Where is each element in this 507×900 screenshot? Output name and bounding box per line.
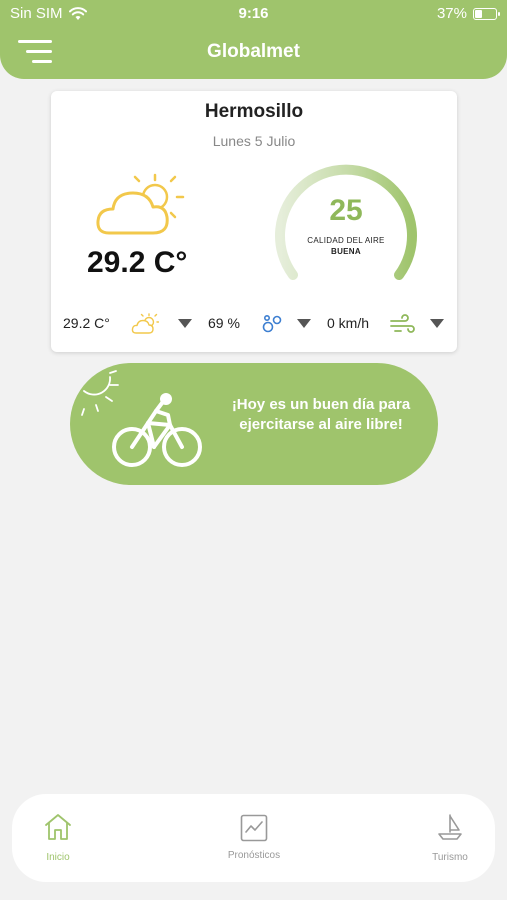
nav-item-pronosticos[interactable]: Pronósticos [216,794,292,882]
status-right: 37% [436,5,500,22]
metric-temperature: 29.2 C° [63,315,110,331]
wind-icon [390,314,415,333]
air-quality-value: 25 [329,194,363,227]
air-quality-status: BUENA [331,247,361,256]
battery-icon [473,7,500,20]
banner-message: ¡Hoy es un buen día para ejercitarse al … [231,396,411,433]
air-quality-label: CALIDAD DEL AIRE [307,236,385,245]
status-bar: Sin SIM 9:16 37% [0,0,507,28]
humidity-dropdown-caret[interactable] [297,319,311,328]
exercise-banner[interactable]: ¡Hoy es un buen día para ejercitarse al … [70,363,438,485]
current-temperature: 29.2 C° [87,246,188,279]
cyclist-icon [81,370,202,467]
temperature-dropdown-caret[interactable] [178,319,192,328]
battery-percent: 37% [436,5,467,22]
metric-wind: 0 km/h [327,315,370,331]
weather-card[interactable]: Hermosillo Lunes 5 Julio 29.2 C° 25 CALI… [51,91,457,352]
screen: Sin SIM 9:16 37% Globalmet Hermosillo Lu… [0,0,507,900]
nav-item-turismo[interactable]: Turismo [422,794,478,882]
app-title: Globalmet [207,41,300,62]
status-time: 9:16 [238,5,269,22]
humidity-drops-icon [262,314,282,333]
metric-humidity: 69 % [208,315,240,331]
nav-label-inicio: Inicio [46,852,70,863]
partly-sunny-icon [96,173,185,235]
sailboat-icon [438,814,462,840]
current-date: Lunes 5 Julio [212,133,296,149]
metrics-row: 29.2 C° 69 % 0 km/h [51,313,457,335]
bottom-nav: Inicio Pronósticos Turismo [12,794,495,882]
city-name: Hermosillo [204,101,304,122]
chart-icon [240,814,268,842]
nav-item-inicio[interactable]: Inicio [30,794,86,882]
battery-fill [475,9,482,18]
home-icon [45,814,71,840]
nav-label-pronosticos: Pronósticos [227,850,281,861]
nav-label-turismo: Turismo [432,852,468,863]
partly-sunny-small-icon [131,313,159,334]
app-header: Sin SIM 9:16 37% Globalmet [0,0,507,79]
wind-dropdown-caret[interactable] [430,319,444,328]
